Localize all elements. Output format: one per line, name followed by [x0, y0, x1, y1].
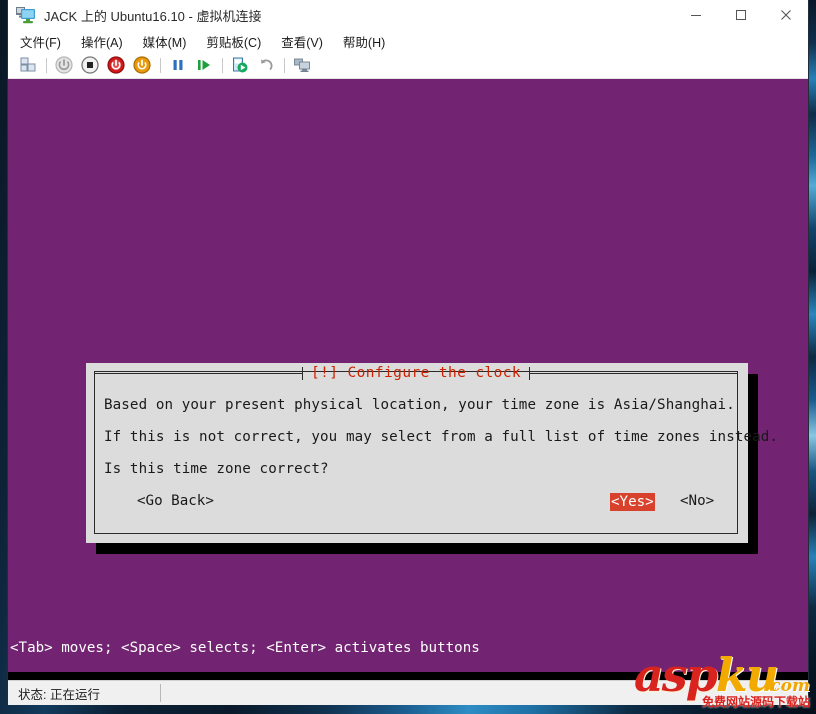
toolbar-separator [222, 57, 223, 73]
menu-action[interactable]: 操作(A) [81, 32, 123, 51]
save-state-icon[interactable] [132, 55, 152, 75]
window-titlebar: JACK 上的 Ubuntu16.10 - 虚拟机连接 [8, 0, 808, 30]
vm-screen[interactable]: [!] Configure the clock Based on your pr… [8, 79, 808, 680]
dialog-title: [!] Configure the clock [311, 365, 521, 381]
pause-icon[interactable] [168, 55, 188, 75]
toolbar-separator [284, 57, 285, 73]
dialog-title-bar: [!] Configure the clock [94, 365, 739, 381]
statusbar: 状态: 正在运行 [8, 680, 808, 705]
configure-clock-dialog: [!] Configure the clock Based on your pr… [86, 363, 778, 543]
menu-view[interactable]: 查看(V) [281, 32, 323, 51]
dialog-text-line-3: Is this time zone correct? [104, 461, 329, 477]
go-back-button[interactable]: <Go Back> [137, 493, 214, 509]
screen-bottom-strip [8, 672, 808, 680]
menu-media[interactable]: 媒体(M) [143, 32, 187, 51]
toolbar-separator [160, 57, 161, 73]
shut-down-icon[interactable] [106, 55, 126, 75]
status-text: 状态: 正在运行 [18, 687, 100, 702]
yes-button[interactable]: <Yes> [610, 493, 655, 511]
minimize-button[interactable] [673, 0, 718, 30]
title-rule-left [94, 372, 303, 374]
window-controls [673, 0, 808, 30]
close-button[interactable] [763, 0, 808, 30]
toolbar [8, 52, 808, 79]
vm-connection-window: JACK 上的 Ubuntu16.10 - 虚拟机连接 文件(F) 操作(A) … [8, 0, 808, 705]
menubar: 文件(F) 操作(A) 媒体(M) 剪贴板(C) 查看(V) 帮助(H) [8, 30, 808, 52]
menu-help[interactable]: 帮助(H) [343, 32, 385, 51]
toolbar-separator [46, 57, 47, 73]
keyboard-help-line: <Tab> moves; <Space> selects; <Enter> ac… [10, 640, 480, 656]
maximize-button[interactable] [718, 0, 763, 30]
resume-icon[interactable] [194, 55, 214, 75]
dialog-text-line-2: If this is not correct, you may select f… [104, 429, 779, 445]
menu-file[interactable]: 文件(F) [20, 32, 61, 51]
start-icon[interactable] [54, 55, 74, 75]
statusbar-separator [159, 684, 161, 702]
checkpoint-icon[interactable] [230, 55, 250, 75]
revert-icon[interactable] [256, 55, 276, 75]
menu-clipboard[interactable]: 剪贴板(C) [206, 32, 261, 51]
enhanced-session-icon[interactable] [292, 55, 312, 75]
ctrl-alt-delete-icon[interactable] [18, 55, 38, 75]
virtual-machine-icon [16, 6, 36, 24]
turn-off-icon[interactable] [80, 55, 100, 75]
no-button[interactable]: <No> [680, 493, 714, 509]
dialog-text-line-1: Based on your present physical location,… [104, 397, 735, 413]
title-rule-right [530, 372, 739, 374]
window-title: JACK 上的 Ubuntu16.10 - 虚拟机连接 [44, 8, 262, 24]
